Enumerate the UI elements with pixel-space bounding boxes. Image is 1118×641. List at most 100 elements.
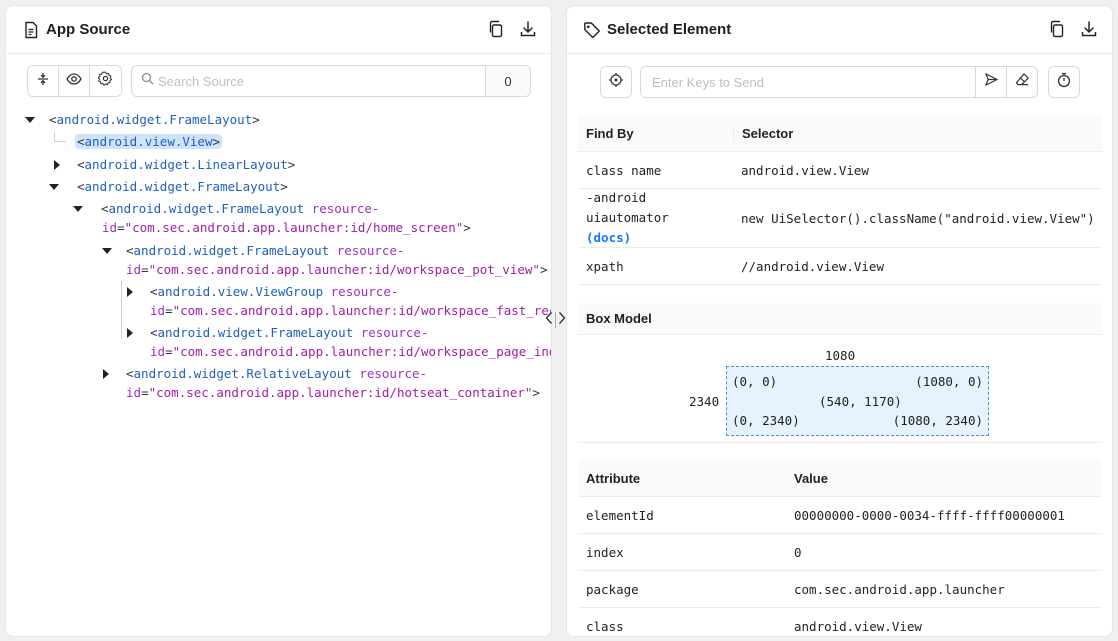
node-attr: id <box>150 344 166 359</box>
tree-node-cont: id="com.sec.android.app.launcher:id/hots… <box>126 385 540 400</box>
node-attr: id <box>102 220 118 235</box>
copy-icon[interactable] <box>487 20 505 38</box>
panel-resize-handle[interactable] <box>545 311 566 329</box>
app-source-panel: App Source Search Source 0 <android.widg… <box>5 5 552 637</box>
node-value: com.sec.android.app.launcher:id/workspac… <box>180 344 552 359</box>
toggle-visibility-button[interactable] <box>59 66 90 96</box>
table-row: class android.view.View <box>578 608 1102 636</box>
table-header: Find By Selector <box>578 115 1102 152</box>
timer-icon <box>1056 72 1072 93</box>
node-value: com.sec.android.app.launcher:id/workspac… <box>180 303 552 318</box>
get-timing-button[interactable] <box>1048 66 1080 98</box>
tree-node[interactable]: <android.widget.FrameLayout resource- <box>73 200 379 218</box>
search-source-input[interactable] <box>154 66 485 96</box>
node-attr: resource- <box>330 284 399 299</box>
clear-button[interactable] <box>1006 67 1037 97</box>
collapse-caret[interactable] <box>49 184 59 190</box>
box-model-diagram: 1080 2340 (0, 0) (1080, 0) (540, 1170) (… <box>578 335 1102 443</box>
docs-link[interactable]: (docs) <box>586 228 733 248</box>
chevron-right-icon <box>558 311 566 329</box>
strategy-name: -android uiautomator <box>586 190 669 225</box>
node-value: com.sec.android.app.launcher:id/home_scr… <box>132 220 456 235</box>
node-tag: android.widget.FrameLayout <box>56 112 253 127</box>
strategy-name: class name <box>586 162 662 178</box>
center-coord: (540, 1170) <box>819 394 902 409</box>
tree-node[interactable]: <android.widget.FrameLayout resource- <box>97 242 404 260</box>
collapse-caret[interactable] <box>102 248 112 254</box>
box-height-label: 2340 <box>689 394 720 409</box>
copy-icon[interactable] <box>1048 20 1066 38</box>
column-header: Selector <box>733 125 1102 141</box>
top-left-coord: (0, 0) <box>732 374 778 389</box>
send-keys-button[interactable] <box>975 67 1006 97</box>
expand-caret[interactable] <box>127 328 133 338</box>
tree-node-selected[interactable]: <android.view.View> <box>75 133 222 151</box>
expand-caret[interactable] <box>54 160 60 170</box>
toggle-attributes-button[interactable] <box>28 66 59 96</box>
tree-node[interactable]: <android.widget.LinearLayout> <box>53 156 295 174</box>
top-right-coord: (1080, 0) <box>915 374 983 389</box>
app-source-title: App Source <box>46 21 131 38</box>
node-attr: resource- <box>360 325 429 340</box>
node-value: com.sec.android.app.launcher:id/workspac… <box>156 262 533 277</box>
box-width-label: 1080 <box>825 348 856 363</box>
node-tag: android.widget.LinearLayout <box>84 157 288 172</box>
attribute-value: com.sec.android.app.launcher <box>794 581 1005 597</box>
attribute-name: index <box>586 544 624 560</box>
table-row: package com.sec.android.app.launcher <box>578 571 1102 608</box>
column-header: Value <box>794 470 828 486</box>
selector-value[interactable]: android.view.View <box>733 163 1102 178</box>
node-value: com.sec.android.app.launcher:id/hotseat_… <box>156 385 525 400</box>
gear-icon <box>97 71 113 91</box>
eye-icon <box>66 72 82 91</box>
download-icon[interactable] <box>1080 20 1098 38</box>
expand-caret[interactable] <box>103 369 109 379</box>
selector-value[interactable]: //android.view.View <box>733 259 1102 274</box>
table-row: elementId 00000000-0000-0034-ffff-ffff00… <box>578 497 1102 534</box>
node-attr: id <box>126 385 142 400</box>
tree-node[interactable]: <android.widget.FrameLayout> <box>25 111 260 129</box>
app-source-header: App Source <box>6 6 551 54</box>
tap-element-button[interactable] <box>600 66 632 98</box>
collapse-caret[interactable] <box>25 117 35 123</box>
selected-element-header: Selected Element <box>567 6 1112 54</box>
selected-element-title: Selected Element <box>607 21 732 38</box>
tree-node[interactable]: <android.widget.FrameLayout> <box>49 178 288 196</box>
tree-node-cont: id="com.sec.android.app.launcher:id/home… <box>102 220 471 235</box>
download-icon[interactable] <box>519 20 537 38</box>
node-tag: android.widget.FrameLayout <box>133 243 330 258</box>
table-row: xpath //android.view.View <box>578 248 1102 285</box>
selector-value[interactable]: new UiSelector().className("android.view… <box>733 211 1102 226</box>
node-attr: resource- <box>336 243 405 258</box>
table-header: Attribute Value <box>578 460 1102 497</box>
expand-caret[interactable] <box>127 287 133 297</box>
search-result-count: 0 <box>485 66 530 96</box>
attributes-table: Attribute Value elementId 00000000-0000-… <box>578 460 1102 636</box>
search-icon <box>141 72 154 90</box>
node-tag: android.widget.RelativeLayout <box>133 366 352 381</box>
node-tag: android.widget.FrameLayout <box>157 325 354 340</box>
collapse-caret[interactable] <box>73 206 83 212</box>
expand-icon <box>36 72 50 91</box>
chevron-left-icon <box>545 311 553 329</box>
tree-node[interactable]: <android.view.ViewGroup resource- <box>126 283 398 301</box>
target-icon <box>608 72 624 93</box>
node-attr: resource- <box>311 201 380 216</box>
eraser-icon <box>1015 72 1030 92</box>
node-attr: id <box>126 262 142 277</box>
node-attr: id <box>150 303 166 318</box>
element-actions <box>600 66 1080 98</box>
attribute-name: class <box>586 618 624 634</box>
node-tag: android.widget.FrameLayout <box>84 179 281 194</box>
send-icon <box>984 72 999 92</box>
tree-node[interactable]: <android.widget.RelativeLayout resource- <box>102 365 427 383</box>
tree-node-cont: id="com.sec.android.app.launcher:id/work… <box>150 343 552 361</box>
send-keys-group <box>640 66 1038 98</box>
send-keys-input[interactable] <box>641 67 975 97</box>
tree-node[interactable]: <android.widget.FrameLayout resource- <box>126 324 428 342</box>
node-tag: android.view.View <box>84 134 213 149</box>
node-tag: android.view.ViewGroup <box>157 284 324 299</box>
table-row: index 0 <box>578 534 1102 571</box>
source-settings-button[interactable] <box>90 66 121 96</box>
box-model-title: Box Model <box>578 303 1102 335</box>
